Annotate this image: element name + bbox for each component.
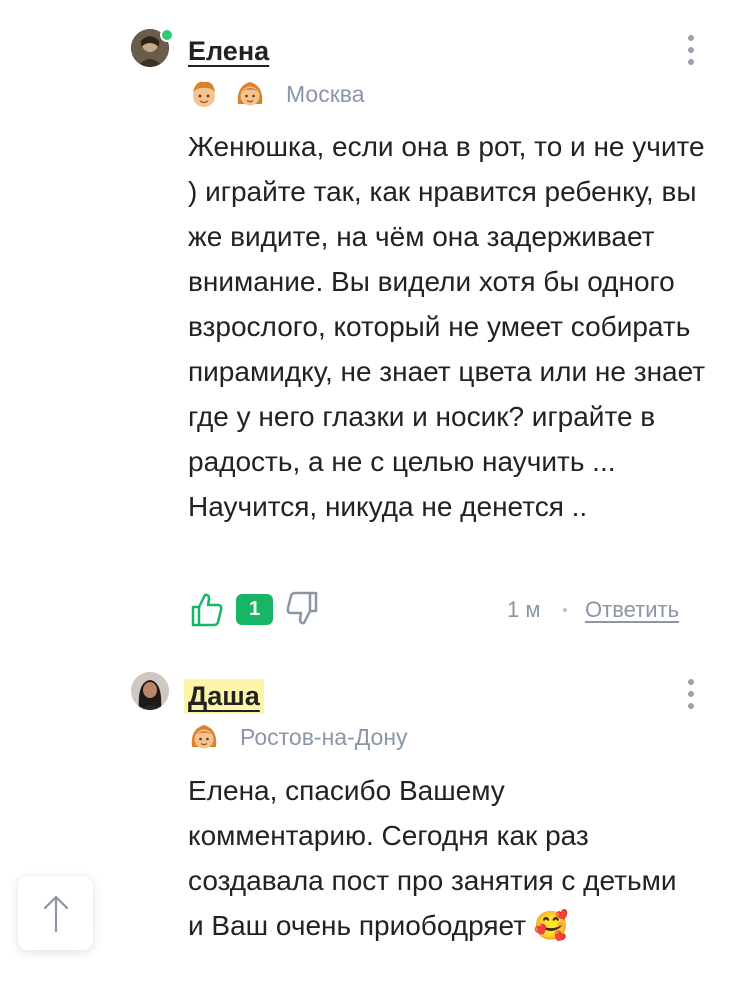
smiling-face-with-hearts-emoji: 🥰 — [533, 910, 569, 941]
vote-controls: 1 — [188, 590, 321, 628]
reply-link[interactable]: Ответить — [585, 597, 679, 623]
thumbs-down-icon[interactable] — [283, 590, 321, 628]
girl-badge-icon — [191, 725, 217, 749]
boy-badge-icon — [193, 81, 215, 107]
author-meta: Ростов-на-Дону — [188, 721, 408, 753]
girl-badge-icon — [237, 82, 263, 106]
kebab-menu-icon[interactable] — [686, 679, 696, 713]
thumbs-up-icon[interactable] — [188, 590, 226, 628]
author-city: Москва — [286, 80, 365, 107]
vote-count-badge: 1 — [236, 593, 274, 625]
avatar[interactable] — [131, 672, 169, 710]
comment-text: Елена, спасибо Вашему комментарию. Сегод… — [188, 768, 688, 948]
comment-text-content: Елена, спасибо Вашему комментарию. Сегод… — [188, 775, 677, 941]
author-name[interactable]: Елена — [188, 36, 269, 67]
comment-text: Женюшка, если она в рот, то и не учите )… — [188, 131, 706, 522]
scroll-to-top-button[interactable] — [18, 876, 93, 950]
author-city: Ростов-на-Дону — [240, 723, 408, 750]
author-name[interactable]: Даша — [184, 679, 264, 714]
comment-time: 1 м — [507, 597, 541, 622]
author-meta: Москва — [188, 78, 365, 110]
online-status-indicator — [160, 28, 174, 42]
kebab-menu-icon[interactable] — [686, 35, 696, 69]
arrow-up-icon — [43, 895, 68, 933]
separator-dot — [563, 608, 567, 612]
